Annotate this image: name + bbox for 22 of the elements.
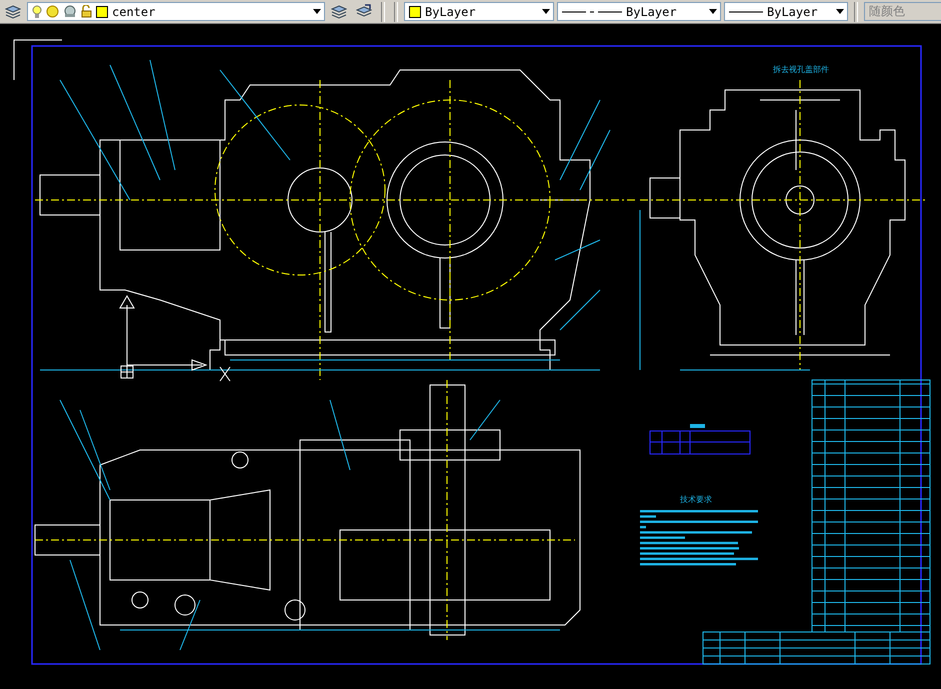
caret-icon (542, 9, 550, 14)
viewport-corner-line (14, 40, 62, 80)
layers-icon (331, 4, 347, 18)
dash-dot-line-icon (562, 10, 622, 14)
solid-line-icon (729, 10, 763, 14)
side-view-caption: 拆去视孔盖部件 (773, 65, 829, 74)
layers-icon (5, 4, 21, 18)
ucs-icon (119, 295, 230, 382)
sun-icon (46, 5, 59, 18)
linetype-dropdown[interactable]: ByLayer (557, 2, 721, 21)
caret-icon (836, 9, 844, 14)
caret-icon (313, 9, 321, 14)
lineweight-dropdown[interactable]: ByLayer (724, 2, 848, 21)
caret-icon (709, 9, 717, 14)
notes-heading: 技术要求 (680, 495, 712, 504)
lightbulb-icon (32, 4, 42, 18)
layers-arrow-icon (356, 4, 372, 19)
layer-dropdown[interactable]: center (27, 2, 325, 21)
viewport-sun-icon (63, 5, 77, 18)
padlock-icon (81, 5, 92, 18)
layer-name: center (112, 4, 156, 18)
color-dropdown[interactable]: ByLayer (404, 2, 554, 21)
